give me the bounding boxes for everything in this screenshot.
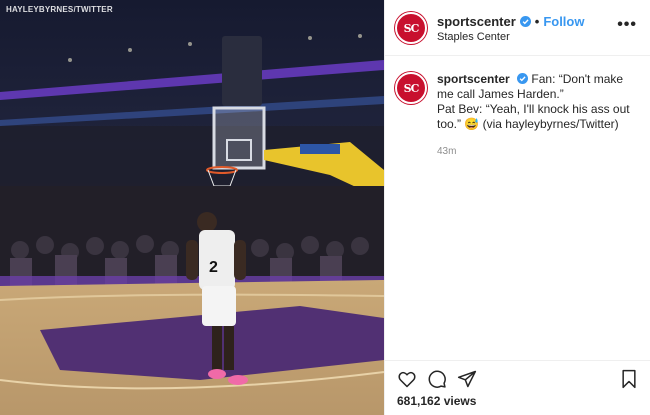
- caption-avatar-logo: SC: [403, 81, 420, 95]
- scoreboard: [222, 36, 262, 106]
- avatar-logo: SC: [403, 21, 420, 35]
- jersey-number: 2: [209, 259, 218, 276]
- caption-username[interactable]: sportscenter: [437, 72, 510, 86]
- action-bar: [385, 360, 650, 390]
- follow-button[interactable]: Follow: [543, 14, 584, 29]
- post-sidebar: SC sportscenter • Follow Staples Center …: [384, 0, 650, 415]
- view-count[interactable]: 681,162 views: [397, 394, 476, 408]
- share-icon[interactable]: [457, 369, 477, 389]
- heart-icon[interactable]: [397, 369, 417, 389]
- instagram-post: 2 HAYLEYBYRNES/TWITTER SC sportscenter •…: [0, 0, 650, 415]
- caption-text: sportscenter Fan: “Don't make me call Ja…: [437, 72, 637, 132]
- post-header: SC sportscenter • Follow Staples Center …: [385, 0, 650, 56]
- header-username[interactable]: sportscenter: [437, 14, 516, 29]
- header-user-row: sportscenter • Follow: [437, 14, 584, 29]
- comment-icon[interactable]: [427, 369, 447, 389]
- profile-avatar[interactable]: SC: [395, 12, 427, 44]
- header-separator: •: [534, 14, 540, 29]
- caption-avatar[interactable]: SC: [395, 72, 427, 104]
- basketball-court-scene: 2: [0, 0, 384, 415]
- caption-line-2: Pat Bev: “Yeah, I'll knock his ass out t…: [437, 102, 630, 131]
- post-video[interactable]: 2 HAYLEYBYRNES/TWITTER: [0, 0, 384, 415]
- bookmark-icon[interactable]: [619, 369, 639, 389]
- verified-badge-icon: [519, 16, 531, 27]
- video-watermark: HAYLEYBYRNES/TWITTER: [6, 5, 113, 14]
- post-timestamp[interactable]: 43m: [437, 146, 456, 157]
- caption-verified-badge-icon: [517, 73, 529, 84]
- more-options-icon[interactable]: •••: [617, 16, 637, 34]
- location-link[interactable]: Staples Center: [437, 31, 510, 43]
